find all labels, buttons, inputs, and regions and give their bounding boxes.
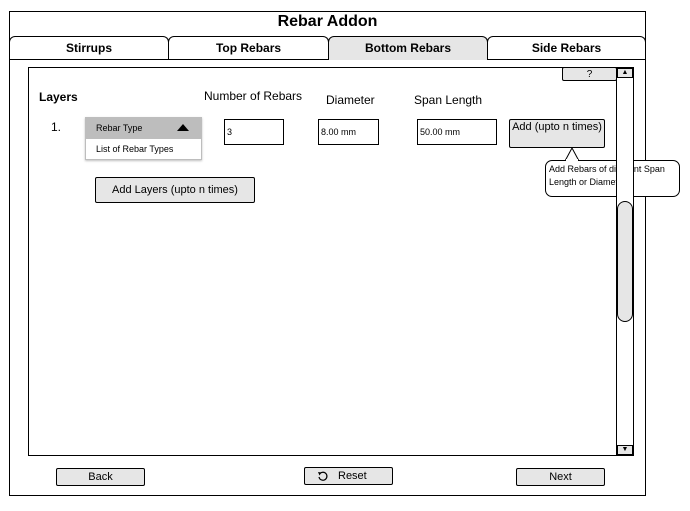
tab-bottom-rebars[interactable]: Bottom Rebars <box>328 36 488 60</box>
scroll-down-button[interactable]: ▼ <box>617 445 633 455</box>
diameter-input[interactable]: 8.00 mm <box>318 119 379 145</box>
vertical-scrollbar[interactable]: ▲ ▼ <box>616 67 634 456</box>
tab-divider <box>487 59 646 60</box>
rebar-type-dropdown[interactable]: Rebar Type List of Rebar Types <box>85 117 202 160</box>
layer-index: 1. <box>51 120 62 134</box>
reset-label: Reset <box>338 470 367 482</box>
triangle-up-icon[interactable] <box>177 124 189 131</box>
window-title: Rebar Addon <box>277 13 378 30</box>
add-layers-button[interactable]: Add Layers (upto n times) <box>95 177 255 203</box>
add-rebar-button[interactable]: Add (upto n times) <box>509 119 605 148</box>
tab-stirrups[interactable]: Stirrups <box>9 36 169 60</box>
rebar-type-option[interactable]: List of Rebar Types <box>86 139 201 159</box>
diameter-header: Diameter <box>326 93 375 107</box>
scroll-up-button[interactable]: ▲ <box>617 68 633 78</box>
tab-divider <box>9 59 328 60</box>
reset-icon <box>318 471 328 481</box>
tooltip: Add Rebars of different Span Length or D… <box>545 160 680 197</box>
next-button[interactable]: Next <box>516 468 605 486</box>
tab-side-rebars[interactable]: Side Rebars <box>487 36 646 60</box>
reset-button[interactable]: Reset <box>304 467 393 485</box>
number-of-rebars-header: Number of Rebars <box>204 89 303 103</box>
tab-top-rebars[interactable]: Top Rebars <box>168 36 329 60</box>
number-of-rebars-input[interactable]: 3 <box>224 119 284 145</box>
layers-heading: Layers <box>39 90 78 104</box>
scroll-thumb[interactable] <box>617 201 633 322</box>
back-button[interactable]: Back <box>56 468 145 486</box>
help-button[interactable]: ? <box>562 67 617 81</box>
tooltip-pointer-join <box>566 159 578 162</box>
span-length-header: Span Length <box>414 93 483 107</box>
span-length-input[interactable]: 50.00 mm <box>417 119 497 145</box>
